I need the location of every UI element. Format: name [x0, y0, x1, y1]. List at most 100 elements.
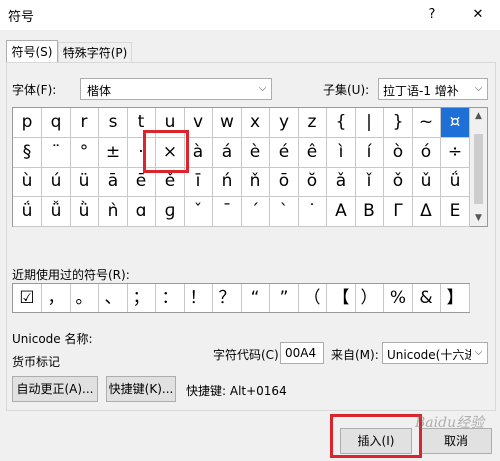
help-button[interactable]: ? — [418, 4, 446, 26]
tab-special-characters[interactable]: 特殊字符(P) — [58, 42, 132, 63]
symbol-cell[interactable]: é — [270, 138, 299, 168]
symbol-cell[interactable]: w — [213, 108, 242, 138]
chevron-down-icon: ⌵ — [258, 83, 267, 94]
symbol-cell[interactable]: z — [298, 108, 327, 138]
symbol-cell[interactable]: ù — [13, 167, 42, 197]
symbol-cell[interactable]: § — [13, 138, 42, 168]
symbol-cell[interactable]: r — [70, 108, 99, 138]
scroll-thumb[interactable] — [474, 134, 483, 204]
symbol-cell[interactable]: ǔ — [412, 167, 441, 197]
subset-select[interactable]: 拉丁语-1 增补 ⌵ — [378, 78, 488, 100]
recent-symbol[interactable]: % — [384, 284, 413, 312]
recent-symbol[interactable]: 、 — [99, 284, 128, 312]
font-label: 字体(F): — [12, 83, 57, 97]
symbol-cell[interactable]: ò — [384, 138, 413, 168]
symbol-cell[interactable]: x — [241, 108, 270, 138]
recent-symbol[interactable]: ？ — [213, 284, 242, 312]
symbol-cell[interactable]: } — [384, 108, 413, 138]
autocorrect-button[interactable]: 自动更正(A)... — [12, 376, 98, 402]
symbol-cell[interactable]: ǘ — [13, 197, 42, 227]
symbol-cell[interactable]: ǒ — [384, 167, 413, 197]
recent-symbol[interactable]: ☑ — [13, 284, 42, 312]
symbol-cell[interactable]: ˊ — [241, 197, 270, 227]
symbol-cell[interactable]: ǚ — [42, 197, 71, 227]
font-value: 楷体 — [87, 84, 112, 98]
symbol-cell[interactable]: ~ — [412, 108, 441, 138]
symbol-cell[interactable]: q — [42, 108, 71, 138]
symbol-cell[interactable]: ā — [99, 167, 128, 197]
recent-symbol[interactable]: ） — [355, 284, 384, 312]
recent-symbol[interactable]: ” — [270, 284, 299, 312]
symbol-cell[interactable]: ÷ — [441, 138, 470, 168]
recent-symbol[interactable]: & — [412, 284, 441, 312]
recent-symbol[interactable]: 。 — [70, 284, 99, 312]
symbol-cell[interactable]: ŏ — [298, 167, 327, 197]
symbol-cell[interactable]: í — [355, 138, 384, 168]
tab-symbols[interactable]: 符号(S) — [6, 40, 58, 63]
font-select[interactable]: 楷体 ⌵ — [80, 78, 272, 100]
watermark: Baidu经验 — [415, 415, 485, 431]
symbol-cell[interactable]: ü — [70, 167, 99, 197]
symbol-cell[interactable]: ó — [412, 138, 441, 168]
symbol-grid-scrollbar[interactable]: ▲ ▼ — [470, 107, 488, 227]
symbol-cell[interactable]: Δ — [412, 197, 441, 227]
symbol-cell[interactable]: ō — [270, 167, 299, 197]
from-select[interactable]: Unicode(十六进 ⌵ — [382, 342, 488, 364]
symbol-cell[interactable]: ǹ — [99, 197, 128, 227]
recent-symbol[interactable]: ： — [156, 284, 185, 312]
chevron-down-icon: ⌵ — [474, 347, 483, 358]
symbol-cell[interactable]: s — [99, 108, 128, 138]
symbol-cell[interactable]: ¤ — [441, 108, 470, 138]
recent-symbol[interactable]: 【 — [327, 284, 356, 312]
symbol-cell[interactable]: ǎ — [327, 167, 356, 197]
recent-symbol[interactable]: 】 — [441, 284, 470, 312]
symbol-cell[interactable]: ň — [241, 167, 270, 197]
unicode-name-value: 货币标记 — [12, 355, 61, 369]
close-button[interactable]: ✕ — [464, 4, 492, 26]
symbol-cell[interactable]: è — [241, 138, 270, 168]
symbol-cell[interactable]: á — [213, 138, 242, 168]
symbol-cell[interactable]: { — [327, 108, 356, 138]
recent-symbols[interactable]: ☑，。、；：！？ “” （【）% &】 — [12, 283, 470, 313]
symbol-cell[interactable]: ɡ — [156, 197, 185, 227]
symbol-cell[interactable]: p — [13, 108, 42, 138]
symbol-cell[interactable]: Γ — [384, 197, 413, 227]
symbol-cell[interactable]: ê — [298, 138, 327, 168]
recent-symbol[interactable]: ； — [127, 284, 156, 312]
highlight-box-symbol — [143, 130, 189, 173]
symbol-cell[interactable]: Α — [327, 197, 356, 227]
symbol-cell[interactable]: y — [270, 108, 299, 138]
symbol-grid[interactable]: p q r s t u v w x y z{|} ~ ¤ § ¨ ° ± · × à á è é ê ì í ò ó ÷ ù ú ü ā ē ě ī ń… — [12, 107, 470, 227]
symbol-cell[interactable]: Ε — [441, 197, 470, 227]
symbol-cell[interactable]: | — [355, 108, 384, 138]
symbol-cell[interactable]: ¨ — [42, 138, 71, 168]
symbol-cell[interactable]: ì — [327, 138, 356, 168]
symbol-cell[interactable]: Β — [355, 197, 384, 227]
scroll-up-icon[interactable]: ▲ — [470, 108, 487, 124]
symbol-cell[interactable]: ± — [99, 138, 128, 168]
symbol-cell[interactable]: ° — [70, 138, 99, 168]
recent-symbol[interactable]: （ — [298, 284, 327, 312]
recent-symbol[interactable]: ， — [42, 284, 71, 312]
char-code-input[interactable]: 00A4 — [280, 342, 324, 364]
char-code-label: 字符代码(C): — [213, 348, 283, 362]
shortcut-key-button[interactable]: 快捷键(K)... — [106, 376, 176, 402]
shortcut-text: 快捷键: Alt+0164 — [186, 384, 287, 398]
symbol-cell[interactable]: ˉ — [213, 197, 242, 227]
window-title: 符号 — [8, 10, 35, 25]
scroll-down-icon[interactable]: ▼ — [470, 210, 487, 226]
symbol-cell[interactable]: ˋ — [270, 197, 299, 227]
from-value: Unicode(十六进 — [387, 348, 471, 362]
recent-label: 近期使用过的符号(R): — [12, 268, 130, 282]
symbol-cell[interactable]: ǜ — [70, 197, 99, 227]
symbol-cell[interactable]: ˇ — [184, 197, 213, 227]
symbol-cell[interactable]: ú — [42, 167, 71, 197]
symbol-cell[interactable]: ǐ — [355, 167, 384, 197]
recent-symbol[interactable]: “ — [241, 284, 270, 312]
symbol-cell[interactable]: ń — [213, 167, 242, 197]
symbol-cell[interactable]: ǘ — [441, 167, 470, 197]
from-label: 来自(M): — [331, 348, 379, 362]
symbol-cell[interactable]: ɑ — [127, 197, 156, 227]
recent-symbol[interactable]: ！ — [184, 284, 213, 312]
symbol-cell[interactable]: ˙ — [298, 197, 327, 227]
